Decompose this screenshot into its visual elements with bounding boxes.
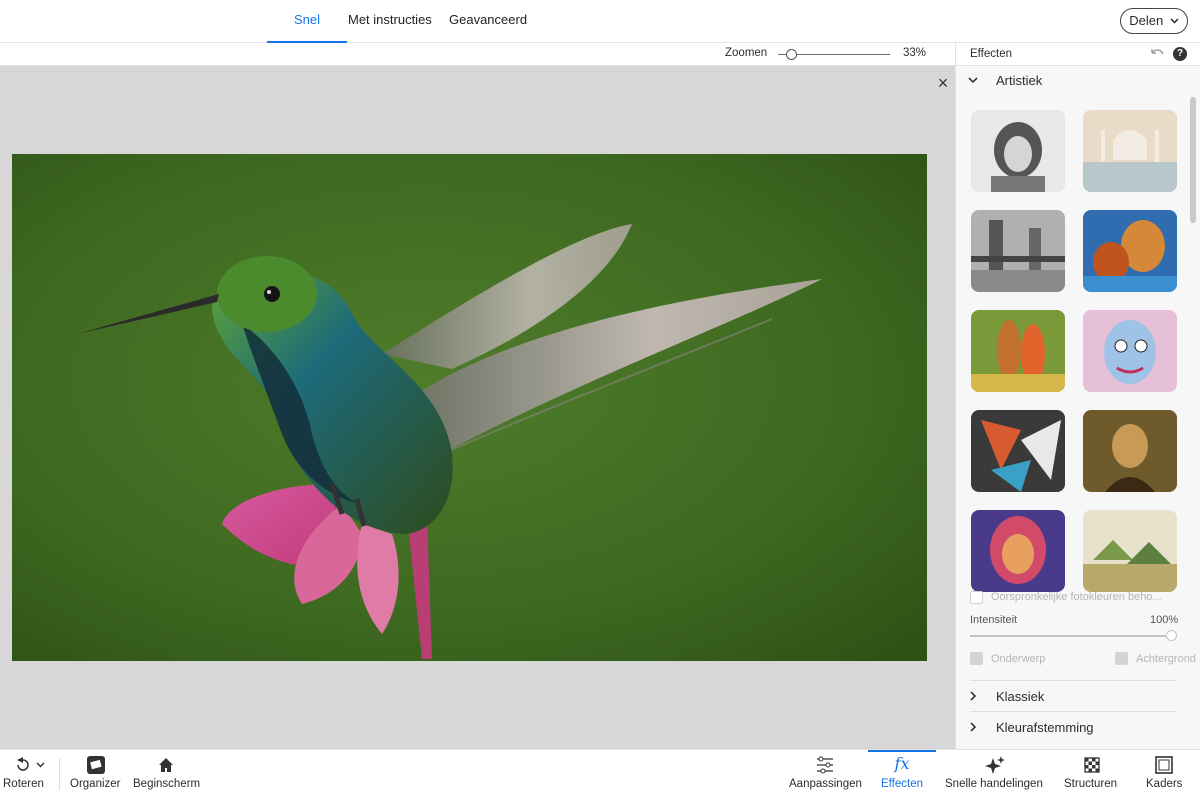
village-painting-effect[interactable]	[1083, 510, 1177, 592]
zoom-slider-handle[interactable]	[786, 49, 797, 60]
preserve-colors-label: Oorspronkelijke fotokleuren beho...	[991, 591, 1162, 603]
effects-label: Effecten	[881, 778, 923, 790]
cubist-face-effect[interactable]	[1083, 310, 1177, 392]
divider	[970, 711, 1177, 712]
rotate-button[interactable]: Roteren	[0, 750, 50, 795]
background-label: Achtergrond	[1136, 653, 1196, 665]
zoom-value: 33%	[903, 47, 927, 59]
share-label: Delen	[1129, 13, 1164, 28]
pop-art-portrait-effect[interactable]	[1083, 210, 1177, 292]
chevron-right-icon	[970, 691, 977, 701]
texture-icon	[1084, 757, 1100, 773]
quick-actions-button[interactable]: Snelle handelingen	[943, 750, 1047, 795]
sliders-icon	[817, 756, 833, 774]
top-bar: Snel Met instructies Geavanceerd Delen	[0, 0, 1200, 43]
textures-button[interactable]: Structuren	[1062, 750, 1122, 795]
fx-icon: fx	[894, 754, 910, 773]
frame-icon	[1155, 756, 1173, 774]
chevron-down-icon	[1170, 18, 1179, 24]
colorful-portrait-effect[interactable]	[971, 510, 1065, 592]
panel-title: Effecten	[970, 48, 1012, 60]
section-label: Klassiek	[996, 689, 1045, 704]
preserve-colors-checkbox[interactable]	[970, 591, 983, 604]
organizer-button[interactable]: Organizer	[68, 750, 124, 795]
subject-checkbox[interactable]	[970, 652, 983, 665]
share-button[interactable]: Delen	[1120, 8, 1188, 34]
portrait-sketch-effect[interactable]	[971, 110, 1065, 192]
background-checkbox[interactable]	[1115, 652, 1128, 665]
home-label: Beginscherm	[133, 778, 201, 790]
frames-button[interactable]: Kaders	[1142, 750, 1186, 795]
intensity-label: Intensiteit	[970, 614, 1018, 626]
toolbar-separator	[59, 758, 60, 790]
hummingbird-photo	[12, 154, 927, 661]
intensity-value: 100%	[1150, 614, 1179, 626]
tab-geavanceerd[interactable]: Geavanceerd	[449, 0, 527, 43]
tab-met-instructies[interactable]: Met instructies	[348, 0, 432, 43]
effects-button[interactable]: fx Effecten	[868, 750, 936, 795]
adjustments-button[interactable]: Aanpassingen	[787, 750, 863, 795]
zoom-bar: Zoomen 33%	[0, 43, 955, 66]
abstract-shapes-effect[interactable]	[971, 410, 1065, 492]
home-button[interactable]: Beginscherm	[131, 750, 201, 795]
section-artistiek[interactable]: Artistiek	[956, 66, 1200, 96]
textures-label: Structuren	[1064, 778, 1118, 790]
divider	[970, 680, 1177, 681]
mona-lisa-effect[interactable]	[1083, 410, 1177, 492]
panel-scrollbar[interactable]	[1190, 97, 1196, 223]
tower-bridge-effect[interactable]	[971, 210, 1065, 292]
chevron-down-icon	[968, 77, 978, 84]
sparkle-icon	[985, 756, 1005, 774]
quick-actions-label: Snelle handelingen	[945, 778, 1043, 790]
organizer-icon	[87, 756, 105, 774]
close-icon[interactable]: ×	[936, 74, 950, 92]
section-klassiek[interactable]: Klassiek	[956, 682, 1200, 712]
intensity-slider-handle[interactable]	[1166, 630, 1177, 641]
effects-panel: Effecten ? Artistiek Oorspronkelijke fot…	[955, 43, 1200, 749]
chevron-right-icon	[970, 722, 977, 732]
section-label: Kleurafstemming	[996, 720, 1094, 735]
intensity-slider-track[interactable]	[970, 635, 1170, 637]
panel-header: Effecten ?	[956, 43, 1200, 66]
rotate-icon	[17, 757, 45, 771]
subject-label: Onderwerp	[991, 653, 1046, 665]
section-kleurafstemming[interactable]: Kleurafstemming	[956, 713, 1200, 743]
bottom-toolbar: Roteren Organizer Beginscherm Aanpassing…	[0, 749, 1200, 795]
taj-mahal-effect[interactable]	[1083, 110, 1177, 192]
adjustments-label: Aanpassingen	[789, 778, 862, 790]
tab-snel[interactable]: Snel	[267, 0, 347, 43]
organizer-label: Organizer	[70, 778, 121, 790]
help-icon[interactable]: ?	[1173, 47, 1187, 61]
gauguin-style-effect[interactable]	[971, 310, 1065, 392]
rotate-label: Roteren	[3, 778, 44, 790]
frames-label: Kaders	[1146, 778, 1183, 790]
undo-icon[interactable]	[1149, 47, 1165, 61]
home-icon	[159, 758, 173, 772]
section-label: Artistiek	[996, 73, 1043, 88]
zoom-label: Zoomen	[725, 47, 768, 59]
